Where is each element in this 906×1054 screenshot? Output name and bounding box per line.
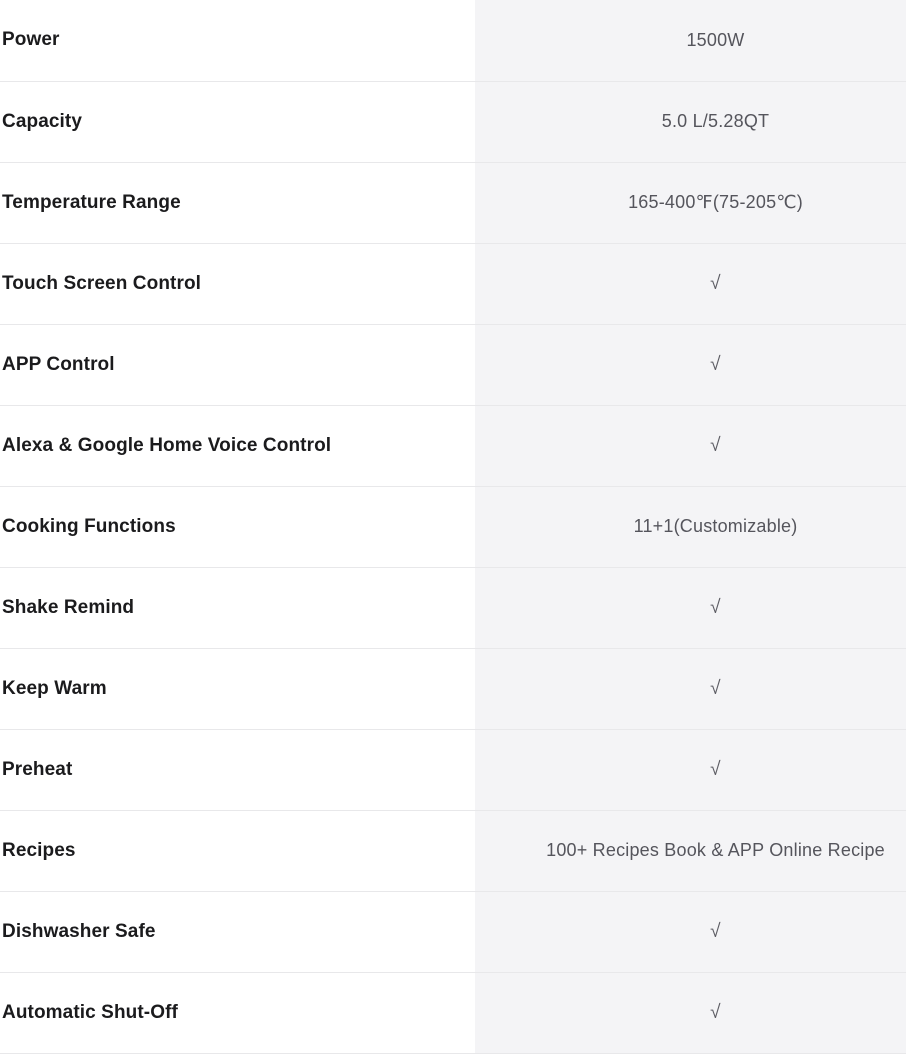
checkmark-icon: √ bbox=[710, 272, 721, 294]
spec-value-cell: 100+ Recipes Book & APP Online Recipe bbox=[475, 810, 906, 892]
spec-label-text: Alexa & Google Home Voice Control bbox=[2, 434, 332, 456]
checkmark-icon: √ bbox=[710, 1001, 721, 1023]
table-row: Keep Warm √ bbox=[0, 648, 906, 730]
table-row: APP Control √ bbox=[0, 324, 906, 406]
spec-label-text: Capacity bbox=[2, 110, 83, 132]
spec-value-cell: √ bbox=[475, 324, 906, 406]
checkmark-icon: √ bbox=[710, 677, 721, 699]
spec-label-cell: Power bbox=[0, 0, 475, 82]
specification-table: Power 1500W Capacity 5.0 L/5.28QT Temperatur… bbox=[0, 0, 906, 1054]
spec-value-cell: √ bbox=[475, 891, 906, 973]
table-row: Touch Screen Control √ bbox=[0, 243, 906, 325]
spec-value-cell: √ bbox=[475, 567, 906, 649]
spec-label-cell: Touch Screen Control bbox=[0, 243, 475, 325]
spec-value-text: 5.0 L/5.28QT bbox=[661, 111, 770, 131]
table-row: Power 1500W bbox=[0, 0, 906, 82]
spec-value-cell: 165-400℉(75-205℃) bbox=[475, 162, 906, 244]
table-row: Shake Remind √ bbox=[0, 567, 906, 649]
spec-label-text: Shake Remind bbox=[2, 596, 135, 618]
table-row: Alexa & Google Home Voice Control √ bbox=[0, 405, 906, 487]
spec-value-text: 100+ Recipes Book & APP Online Recipe bbox=[546, 840, 885, 860]
spec-value-cell: √ bbox=[475, 729, 906, 811]
spec-value-cell: √ bbox=[475, 405, 906, 487]
spec-label-text: Power bbox=[2, 29, 60, 51]
spec-value-text: 165-400℉(75-205℃) bbox=[628, 192, 803, 212]
spec-value-cell: √ bbox=[475, 243, 906, 325]
spec-value-text: 11+1(Customizable) bbox=[633, 516, 798, 536]
spec-value-cell: √ bbox=[475, 648, 906, 730]
spec-label-cell: Recipes bbox=[0, 810, 475, 892]
spec-label-text: Keep Warm bbox=[2, 677, 107, 699]
spec-label-text: Dishwasher Safe bbox=[2, 920, 156, 942]
spec-label-cell: Capacity bbox=[0, 81, 475, 163]
checkmark-icon: √ bbox=[710, 596, 721, 618]
spec-value-cell: 1500W bbox=[475, 0, 906, 82]
spec-label-cell: Cooking Functions bbox=[0, 486, 475, 568]
spec-label-cell: Automatic Shut-Off bbox=[0, 972, 475, 1054]
spec-label-cell: Shake Remind bbox=[0, 567, 475, 649]
spec-label-text: Touch Screen Control bbox=[2, 272, 202, 294]
checkmark-icon: √ bbox=[710, 434, 721, 456]
spec-label-cell: Dishwasher Safe bbox=[0, 891, 475, 973]
spec-value-cell: √ bbox=[475, 972, 906, 1054]
spec-label-cell: Keep Warm bbox=[0, 648, 475, 730]
table-row: Preheat √ bbox=[0, 729, 906, 811]
table-row: Capacity 5.0 L/5.28QT bbox=[0, 81, 906, 163]
spec-label-cell: Temperature Range bbox=[0, 162, 475, 244]
table-row: Cooking Functions 11+1(Customizable) bbox=[0, 486, 906, 568]
table-row: Recipes 100+ Recipes Book & APP Online Re… bbox=[0, 810, 906, 892]
spec-label-cell: Preheat bbox=[0, 729, 475, 811]
table-row: Dishwasher Safe √ bbox=[0, 891, 906, 973]
table-row: Temperature Range 165-400℉(75-205℃) bbox=[0, 162, 906, 244]
checkmark-icon: √ bbox=[710, 758, 721, 780]
spec-label-text: Recipes bbox=[2, 839, 76, 861]
spec-value-text: 1500W bbox=[686, 29, 745, 50]
checkmark-icon: √ bbox=[710, 353, 721, 375]
table-row: Automatic Shut-Off √ bbox=[0, 972, 906, 1054]
spec-label-text: Cooking Functions bbox=[2, 515, 176, 537]
spec-label-text: Preheat bbox=[2, 758, 73, 780]
spec-label-text: APP Control bbox=[2, 353, 115, 375]
spec-label-cell: Alexa & Google Home Voice Control bbox=[0, 405, 475, 487]
spec-label-cell: APP Control bbox=[0, 324, 475, 406]
specification-table-body: Power 1500W Capacity 5.0 L/5.28QT Temperatur… bbox=[0, 0, 906, 1054]
spec-value-cell: 5.0 L/5.28QT bbox=[475, 81, 906, 163]
spec-value-cell: 11+1(Customizable) bbox=[475, 486, 906, 568]
checkmark-icon: √ bbox=[710, 920, 721, 942]
spec-label-text: Temperature Range bbox=[2, 191, 181, 213]
spec-label-text: Automatic Shut-Off bbox=[2, 1001, 178, 1023]
